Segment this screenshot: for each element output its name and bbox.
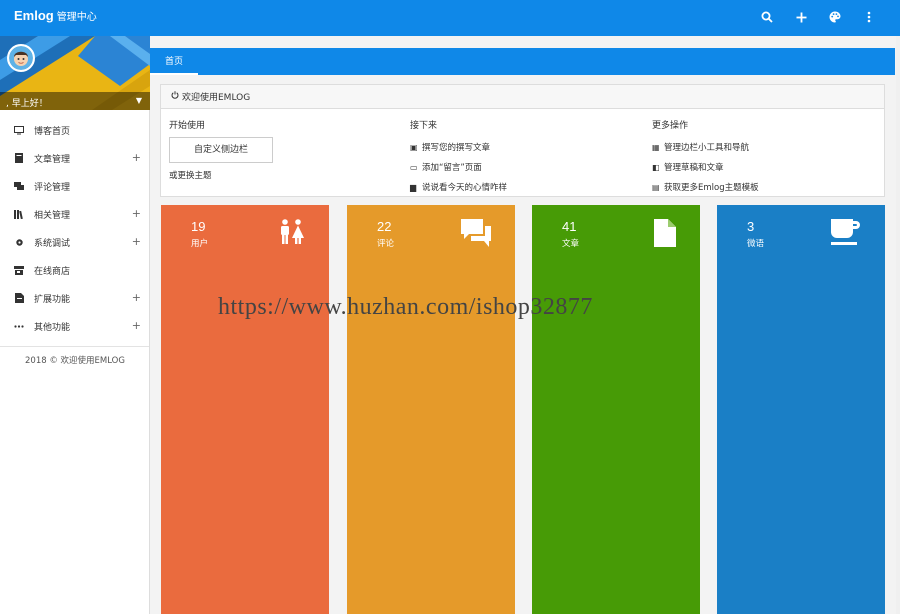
brand-subtitle: 管理中心	[56, 12, 97, 23]
sidebar-footer: 2018 © 欢迎使用EMLOG	[25, 356, 125, 366]
sidebar-nav: 博客首页 文章管理 + 评论管理 相关管理 + 系统调试 + 在线商店 扩展功能	[0, 110, 149, 340]
edit-icon: ▣	[410, 142, 418, 152]
sidebar-item-label: 其他功能	[34, 322, 71, 333]
stat-count: 41	[562, 219, 577, 234]
avatar[interactable]	[7, 44, 35, 72]
expand-plus-icon[interactable]: +	[132, 319, 141, 332]
brand-logo-text: Emlog	[14, 8, 54, 23]
sidebar-item-label: 文章管理	[34, 154, 71, 165]
sidebar-item-label: 扩展功能	[34, 294, 71, 305]
palette-icon[interactable]	[828, 9, 842, 25]
sidebar-user-banner: , 早上好！ ▼	[0, 36, 150, 110]
book-icon: ▆	[410, 182, 417, 192]
stat-card-comments[interactable]: 22 评论	[347, 205, 515, 614]
sidebar-item-related[interactable]: 相关管理 +	[0, 200, 149, 228]
users-icon	[279, 219, 305, 249]
link-label: 添加“留言”页面	[422, 163, 482, 173]
getting-started-column: 开始使用 自定义侧边栏 或更换主题	[169, 118, 273, 181]
stat-label: 用户	[191, 239, 209, 249]
link-label: 管理草稿和文章	[664, 163, 724, 173]
post-status-link[interactable]: ▆ 说说看今天的心情咋样	[410, 177, 507, 197]
expand-plus-icon[interactable]: +	[132, 207, 141, 220]
power-icon	[171, 91, 179, 102]
expand-plus-icon[interactable]: +	[132, 291, 141, 304]
sidebar-item-extensions[interactable]: 扩展功能 +	[0, 284, 149, 312]
watermark-text: https://www.huzhan.com/ishop32877	[218, 294, 593, 320]
vertical-scrollbar[interactable]	[896, 36, 900, 614]
stat-label: 文章	[562, 239, 580, 249]
stat-count: 3	[747, 219, 755, 234]
manage-widgets-link[interactable]: ▦ 管理边栏小工具和导航	[652, 137, 759, 157]
sidebar-item-label: 相关管理	[34, 210, 71, 221]
sidebar-item-store[interactable]: 在线商店	[0, 256, 149, 284]
stat-count: 19	[191, 219, 206, 234]
stat-card-microposts[interactable]: 3 微语	[717, 205, 885, 614]
user-greeting[interactable]: , 早上好！ ▼	[0, 92, 150, 110]
plus-icon[interactable]	[794, 9, 808, 25]
expand-plus-icon[interactable]: +	[132, 235, 141, 248]
column-heading: 开始使用	[169, 121, 206, 131]
drafts-icon: ◧	[652, 162, 660, 172]
sidebar-item-system[interactable]: 系统调试 +	[0, 228, 149, 256]
search-icon[interactable]	[760, 9, 774, 25]
monitor-icon	[14, 125, 24, 135]
brand[interactable]: Emlog 管理中心	[14, 8, 97, 23]
tab-home[interactable]: 首页	[150, 48, 198, 75]
book-icon	[14, 153, 24, 163]
gear-icon	[14, 237, 24, 247]
sidebar-item-blog-home[interactable]: 博客首页	[0, 116, 149, 144]
manage-drafts-link[interactable]: ◧ 管理草稿和文章	[652, 157, 759, 177]
sidebar-item-comments[interactable]: 评论管理	[0, 172, 149, 200]
more-horiz-icon	[14, 321, 24, 331]
sidebar: , 早上好！ ▼ 博客首页 文章管理 + 评论管理 相关管理 + 系统调试 +	[0, 36, 150, 614]
stat-count: 22	[377, 219, 392, 234]
sidebar-item-articles[interactable]: 文章管理 +	[0, 144, 149, 172]
sidebar-item-other[interactable]: 其他功能 +	[0, 312, 149, 340]
more-actions-column: 更多操作 ▦ 管理边栏小工具和导航 ◧ 管理草稿和文章 ▤ 获取更多Emlog主…	[652, 118, 759, 197]
more-vert-icon[interactable]	[862, 9, 876, 25]
comments-icon	[14, 181, 24, 191]
get-themes-link[interactable]: ▤ 获取更多Emlog主题模板	[652, 177, 759, 197]
coffee-cup-icon	[831, 219, 861, 251]
stat-label: 评论	[377, 239, 395, 249]
caret-down-icon[interactable]: ▼	[136, 96, 142, 105]
main-tab-bar: 首页	[150, 48, 895, 75]
stat-label: 微语	[747, 239, 765, 249]
comments-icon	[461, 219, 491, 251]
stat-card-users[interactable]: 19 用户	[161, 205, 329, 614]
top-actions	[760, 9, 876, 25]
grid-icon: ▦	[652, 142, 660, 152]
top-app-bar: Emlog 管理中心	[0, 0, 900, 36]
link-label: 说说看今天的心情咋样	[422, 183, 508, 193]
column-heading: 更多操作	[652, 121, 689, 131]
sidebar-item-label: 在线商店	[34, 266, 71, 277]
welcome-panel: 欢迎使用EMLOG 开始使用 自定义侧边栏 或更换主题 接下来 ▣ 撰写您的撰写…	[160, 84, 885, 197]
sidebar-item-label: 博客首页	[34, 126, 71, 137]
library-icon	[14, 209, 24, 219]
folder-icon: ▭	[410, 162, 418, 172]
welcome-panel-header: 欢迎使用EMLOG	[161, 85, 884, 109]
write-article-link[interactable]: ▣ 撰写您的撰写文章	[410, 137, 507, 157]
puzzle-icon	[14, 293, 24, 303]
sidebar-item-label: 评论管理	[34, 182, 71, 193]
welcome-title: 欢迎使用EMLOG	[182, 93, 251, 103]
link-label: 获取更多Emlog主题模板	[664, 183, 759, 193]
add-guestbook-page-link[interactable]: ▭ 添加“留言”页面	[410, 157, 507, 177]
expand-plus-icon[interactable]: +	[132, 151, 141, 164]
stat-card-articles[interactable]: 41 文章	[532, 205, 700, 614]
store-icon	[14, 265, 24, 275]
link-label: 撰写您的撰写文章	[422, 143, 491, 153]
document-icon	[654, 219, 676, 251]
next-steps-column: 接下来 ▣ 撰写您的撰写文章 ▭ 添加“留言”页面 ▆ 说说看今天的心情咋样	[410, 118, 507, 197]
customize-sidebar-button[interactable]: 自定义侧边栏	[169, 137, 273, 163]
greeting-text: , 早上好！	[6, 99, 48, 109]
download-icon: ▤	[652, 182, 660, 192]
sidebar-item-label: 系统调试	[34, 238, 71, 249]
link-label: 管理边栏小工具和导航	[664, 143, 750, 153]
column-heading: 接下来	[410, 121, 438, 131]
change-theme-link[interactable]: 或更换主题	[169, 169, 273, 181]
